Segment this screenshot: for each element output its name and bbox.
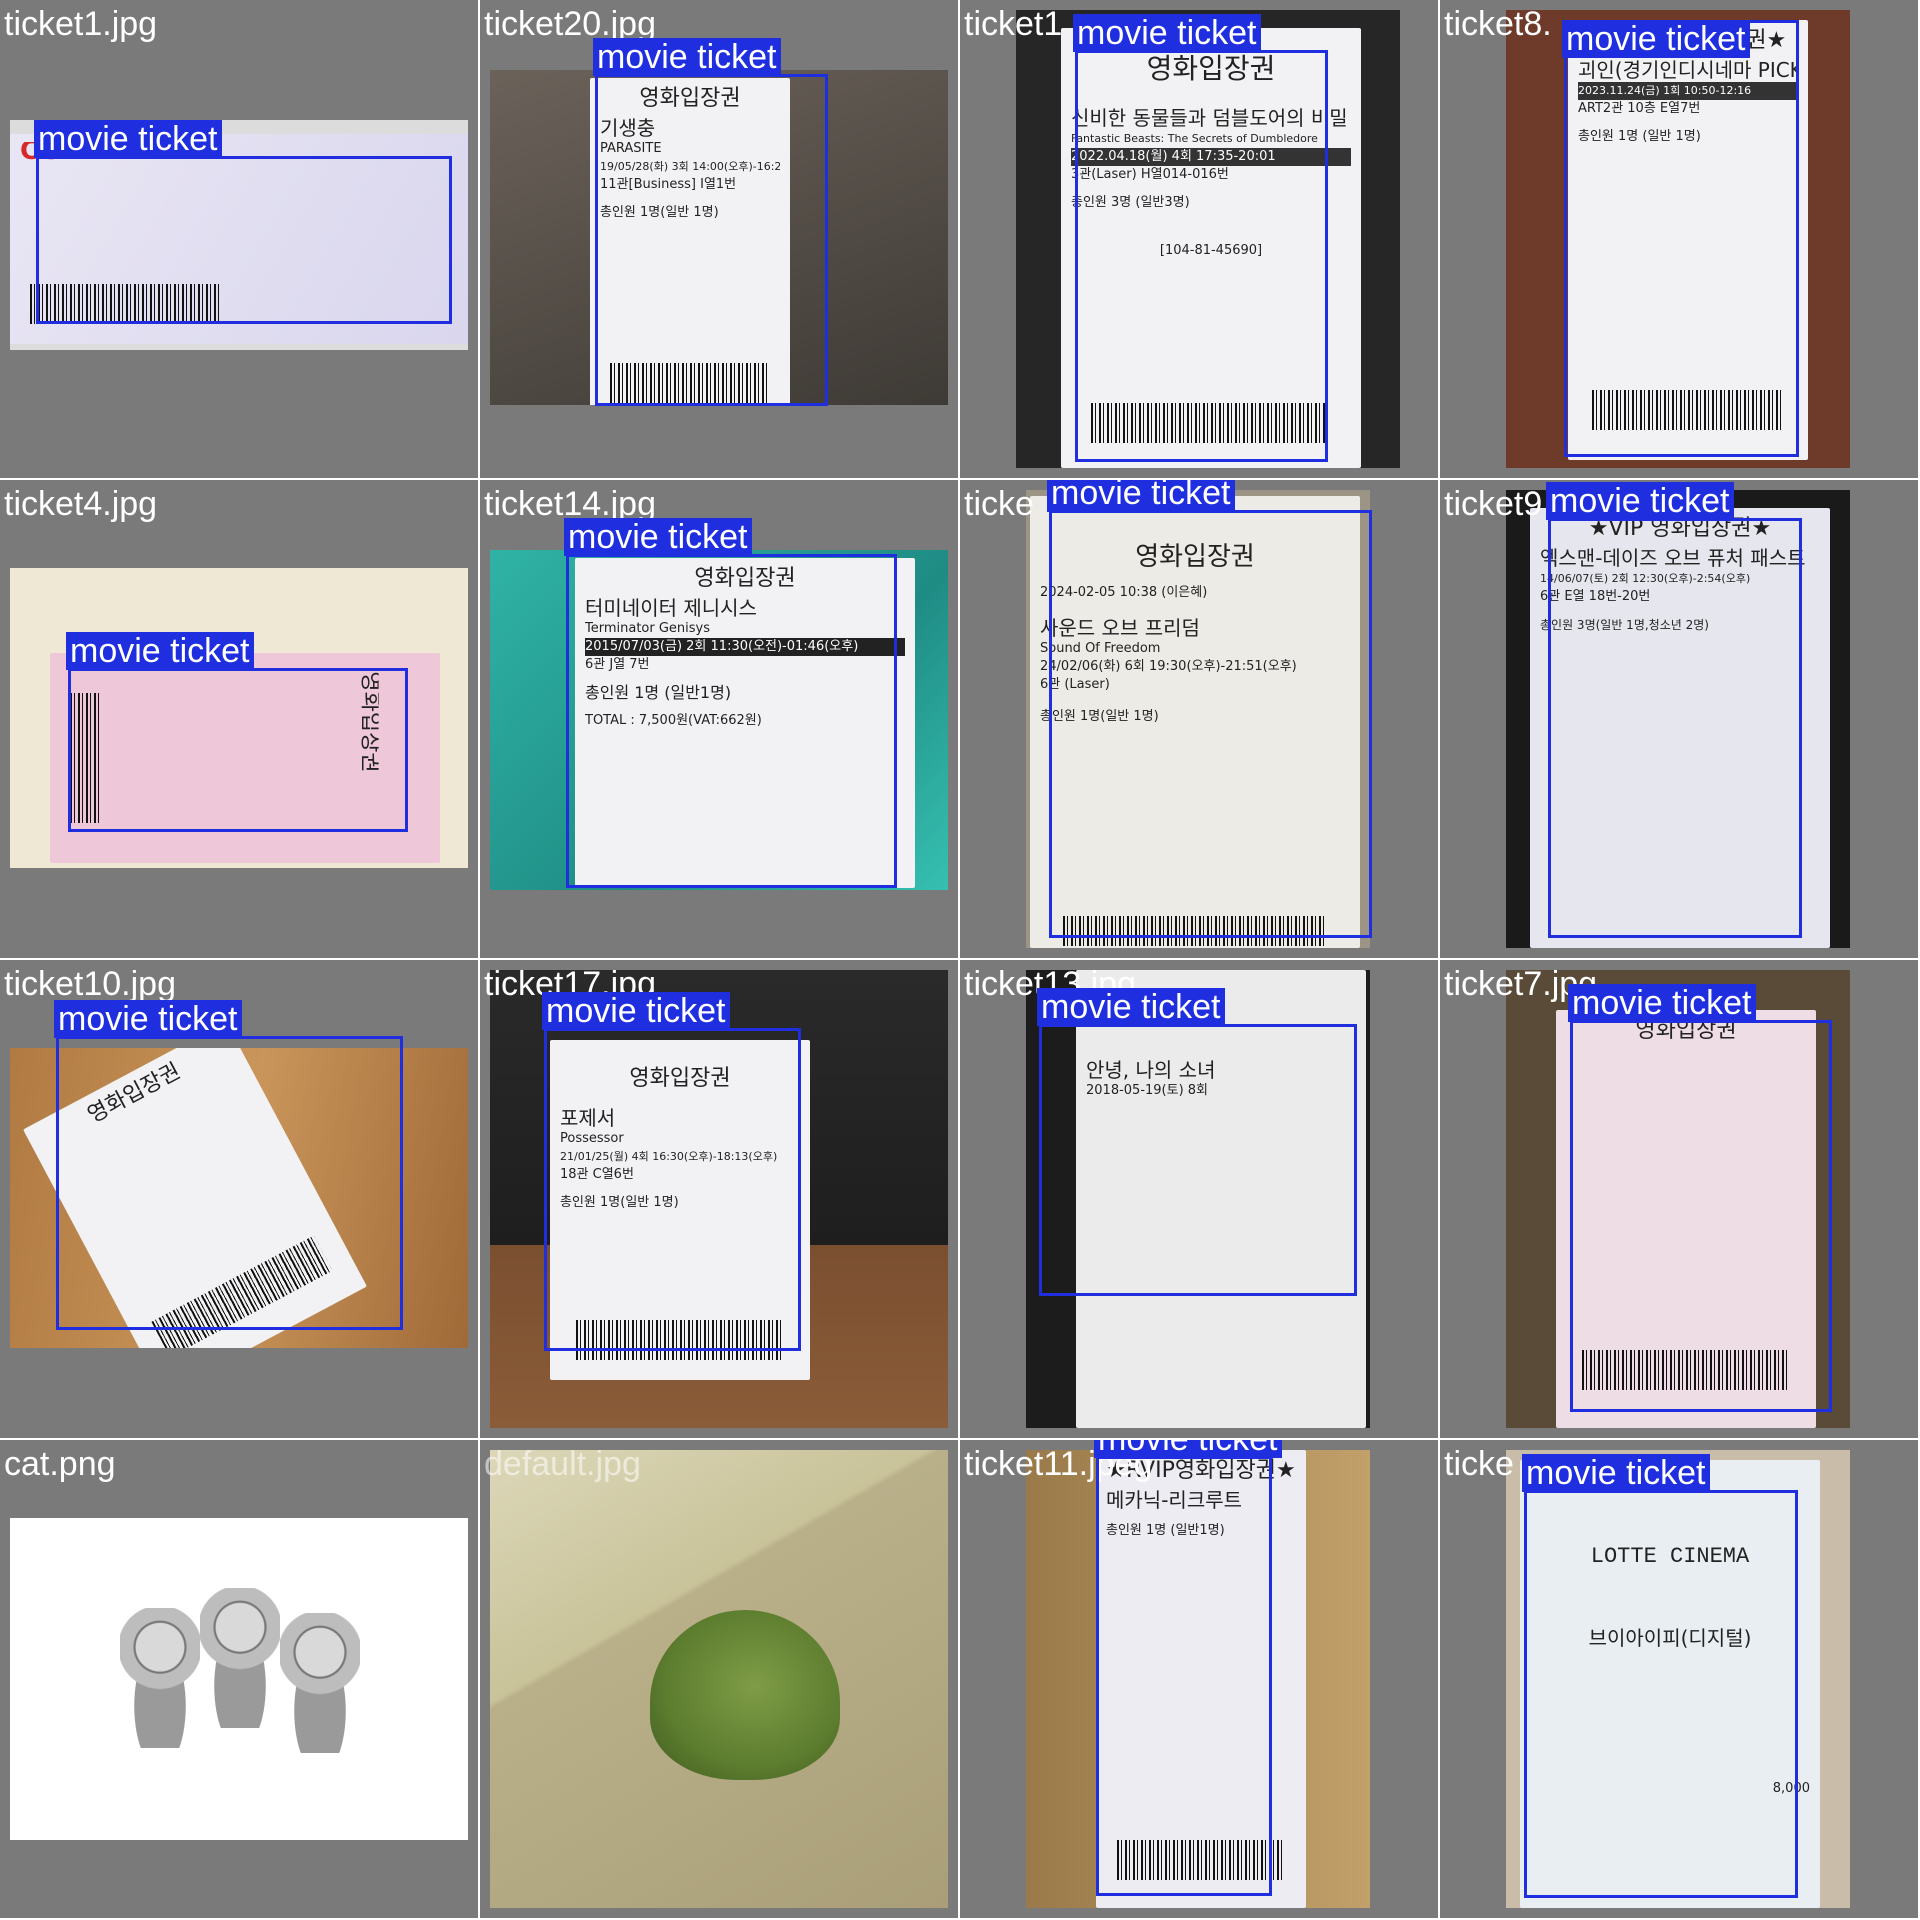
grid-cell[interactable]: ticket4.jpg 영화입장권 movie ticket — [0, 480, 478, 958]
detection-label: movie ticket — [1094, 1440, 1282, 1458]
detection-label: movie ticket — [54, 1000, 242, 1038]
filename-label: default.jpg — [484, 1445, 641, 1483]
barcode — [70, 693, 100, 823]
filename-label: ticket9 — [1444, 485, 1543, 523]
detection-label: movie ticket — [1073, 14, 1261, 52]
photo: ★RVIP 영화입장권★ 괴인(경기인디시네마 PICK) 2023.11.24… — [1506, 10, 1850, 468]
detection-label: movie ticket — [1037, 988, 1225, 1026]
ticket-paper: 영화입장권 터미네이터 제니시스 Terminator Genisys 2015… — [575, 558, 915, 888]
grid-cell[interactable]: ticket10.jpg 영화입장권 movie ticket — [0, 960, 478, 1438]
barcode — [1091, 403, 1331, 443]
leaf-photo — [490, 1450, 948, 1908]
photo: 영화입장권 — [10, 568, 468, 868]
ticket-paper: ★RVIP영화입장권★ 메카닉-리크루트 총인원 1명 (일반1명) — [1096, 1450, 1306, 1908]
filename-label: ticket4.jpg — [4, 485, 158, 523]
filename-label: ticket8. — [1444, 5, 1552, 43]
photo: ★VIP 영화입장권★ 엑스맨-데이즈 오브 퓨처 패스트 14/06/07(토… — [1506, 490, 1850, 948]
photo: 안녕, 나의 소녀 2018-05-19(토) 8회 — [1026, 970, 1370, 1428]
ticket-paper: LOTTE CINEMA 브이아이피(디지털) 8,000 — [1520, 1460, 1820, 1908]
filename-label: ticke — [1444, 1445, 1514, 1483]
barcode — [1582, 1350, 1790, 1390]
filename-label: ticke — [964, 485, 1034, 523]
ticket-paper: 영화입장권 포제서 Possessor 21/01/25(월) 4회 16:30… — [550, 1040, 810, 1380]
filename-label: ticket1.jpg — [4, 5, 158, 43]
grid-cell[interactable]: ticket17.jpg 영화입장권 포제서 Possessor 21/01/2… — [480, 960, 958, 1438]
ticket-paper: 영화입장권 — [23, 1048, 367, 1348]
photo: ★RVIP영화입장권★ 메카닉-리크루트 총인원 1명 (일반1명) — [1026, 1450, 1370, 1908]
detection-label: movie ticket — [1522, 1454, 1710, 1492]
photo: 영화입장권 신비한 동물들과 덤블도어의 비밀 Fantastic Beasts… — [1016, 10, 1400, 468]
photo: 영화입장권 2024-02-05 10:38 (이은혜) 사운드 오브 프리덤 … — [1026, 490, 1370, 948]
ticket-paper: CGV — [10, 134, 468, 344]
detection-label: movie ticket — [1546, 482, 1734, 520]
photo: 영화입장권 기생충 PARASITE 19/05/28(화) 3회 14:00(… — [490, 70, 948, 405]
grid-cell[interactable]: default.jpg — [480, 1440, 958, 1918]
grid-cell[interactable]: ticket1.jpg CGV movie ticket — [0, 0, 478, 478]
kitten — [120, 1608, 200, 1748]
filename-label: ticket14.jpg — [484, 485, 656, 523]
ticket-paper: ★VIP 영화입장권★ 엑스맨-데이즈 오브 퓨처 패스트 14/06/07(토… — [1530, 508, 1830, 948]
photo: 영화입장권 — [1506, 970, 1850, 1428]
detection-label: movie ticket — [542, 992, 730, 1030]
barcode — [610, 363, 770, 403]
filename-label: ticket10.jpg — [4, 965, 176, 1003]
cat-photo — [10, 1518, 468, 1840]
grid-cell[interactable]: ticket9 ★VIP 영화입장권★ 엑스맨-데이즈 오브 퓨처 패스트 14… — [1440, 480, 1918, 958]
detection-label: movie ticket — [564, 518, 752, 556]
ticket-paper: ★RVIP 영화입장권★ 괴인(경기인디시네마 PICK) 2023.11.24… — [1568, 20, 1808, 460]
grid-cell[interactable]: ticket11.jpeg ★RVIP영화입장권★ 메카닉-리크루트 총인원 1… — [960, 1440, 1438, 1918]
grid-cell[interactable]: cat.png — [0, 1440, 478, 1918]
barcode — [30, 284, 220, 324]
barcode — [1063, 916, 1327, 946]
detection-label: movie ticket — [1568, 984, 1756, 1022]
photo: LOTTE CINEMA 브이아이피(디지털) 8,000 — [1506, 1450, 1850, 1908]
barcode — [1592, 390, 1784, 430]
detection-label: movie ticket — [1562, 20, 1750, 58]
ticket-paper: 영화입장권 — [1556, 1010, 1816, 1428]
ticket-paper: 영화입장권 2024-02-05 10:38 (이은혜) 사운드 오브 프리덤 … — [1030, 496, 1360, 948]
grid-cell[interactable]: ticket13.jpg 안녕, 나의 소녀 2018-05-19(토) 8회 … — [960, 960, 1438, 1438]
grid-cell[interactable]: ticket1 영화입장권 신비한 동물들과 덤블도어의 비밀 Fantasti… — [960, 0, 1438, 478]
grid-cell[interactable]: ticket14.jpg 영화입장권 터미네이터 제니시스 Terminator… — [480, 480, 958, 958]
grid-cell[interactable]: ticket7.jpg 영화입장권 movie ticket — [1440, 960, 1918, 1438]
photo: 영화입장권 — [10, 1048, 468, 1348]
leaf — [650, 1610, 840, 1780]
ticket-paper: 영화입장권 신비한 동물들과 덤블도어의 비밀 Fantastic Beasts… — [1061, 28, 1361, 468]
grid-cell[interactable]: ticket8. ★RVIP 영화입장권★ 괴인(경기인디시네마 PICK) 2… — [1440, 0, 1918, 478]
detection-label: movie ticket — [66, 632, 254, 670]
detection-label: movie ticket — [1047, 480, 1235, 512]
grid-cell[interactable]: ticke LOTTE CINEMA 브이아이피(디지털) 8,000 movi… — [1440, 1440, 1918, 1918]
barcode — [576, 1320, 784, 1360]
image-grid: ticket1.jpg CGV movie ticket ticket20.jp… — [0, 0, 1920, 1920]
filename-label: cat.png — [4, 1445, 116, 1483]
kitten — [280, 1613, 360, 1753]
ticket-paper: 안녕, 나의 소녀 2018-05-19(토) 8회 — [1076, 970, 1366, 1428]
grid-cell[interactable]: ticke 영화입장권 2024-02-05 10:38 (이은혜) 사운드 오… — [960, 480, 1438, 958]
detection-label: movie ticket — [34, 120, 222, 158]
kitten — [200, 1588, 280, 1728]
detection-label: movie ticket — [593, 38, 781, 76]
ticket-paper: 영화입장권 기생충 PARASITE 19/05/28(화) 3회 14:00(… — [590, 78, 790, 405]
barcode — [151, 1235, 333, 1348]
filename-label: ticket1 — [964, 5, 1063, 43]
grid-cell[interactable]: ticket20.jpg 영화입장권 기생충 PARASITE 19/05/28… — [480, 0, 958, 478]
photo: 영화입장권 터미네이터 제니시스 Terminator Genisys 2015… — [490, 550, 948, 890]
filename-label: ticket20.jpg — [484, 5, 656, 43]
barcode — [1117, 1840, 1285, 1880]
photo: 영화입장권 포제서 Possessor 21/01/25(월) 4회 16:30… — [490, 970, 948, 1428]
ticket-paper: 영화입장권 — [50, 653, 440, 863]
